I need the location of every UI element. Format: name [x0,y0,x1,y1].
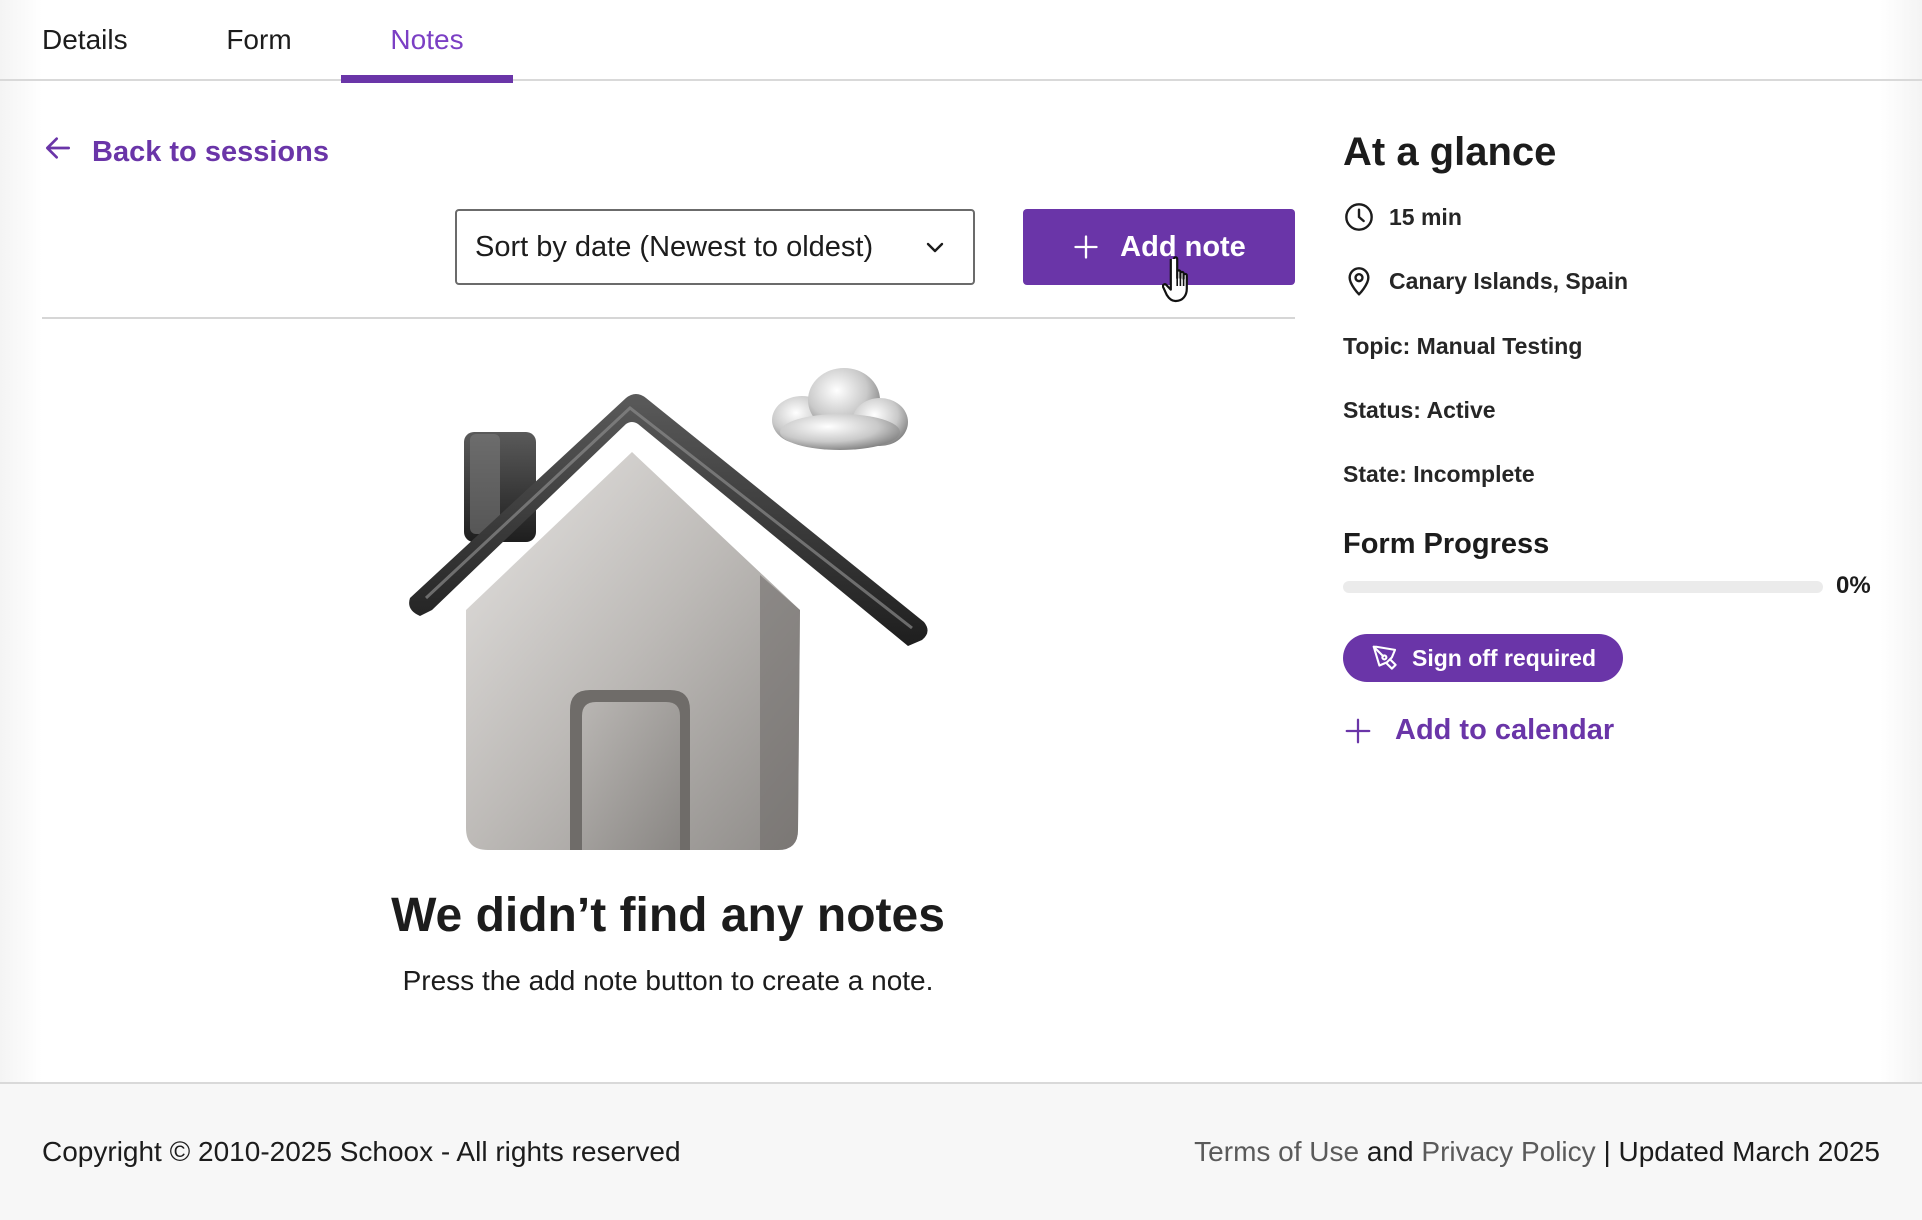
back-to-sessions-link[interactable]: Back to sessions [42,132,329,172]
copyright-text: Copyright © 2010-2025 Schoox - All right… [42,1136,681,1167]
chevron-down-icon [926,242,944,253]
plus-icon [1074,235,1098,259]
tab-notes[interactable]: Notes [341,0,513,83]
sign-off-label: Sign off required [1412,644,1596,671]
terms-of-use-link[interactable]: Terms of Use [1194,1136,1359,1167]
add-note-button[interactable]: Add note [1023,209,1295,285]
tab-bar: Details Form Notes [0,0,1922,83]
duration-row: 15 min [1343,201,1462,233]
empty-state-subtitle: Press the add note button to create a no… [402,965,934,996]
footer: Copyright © 2010-2025 Schoox - All right… [0,1082,1922,1220]
back-link-label: Back to sessions [92,135,329,168]
location-text: Canary Islands, Spain [1389,267,1629,294]
pen-nib-icon [1372,645,1397,670]
sign-off-required-badge: Sign off required [1343,634,1623,682]
form-progress-percent: 0% [1836,572,1871,599]
toolbar-divider [42,317,1295,319]
arrow-left-icon [42,132,74,172]
footer-and-text: and [1366,1136,1422,1167]
add-to-calendar-link[interactable]: Add to calendar [1343,714,1614,747]
footer-updated-text: | Updated March 2025 [1603,1136,1880,1167]
form-progress-bar [1343,581,1823,593]
location-row: Canary Islands, Spain [1343,265,1628,297]
state-text: State: Incomplete [1343,461,1535,487]
at-a-glance-title: At a glance [1343,130,1557,174]
privacy-policy-link[interactable]: Privacy Policy [1421,1136,1595,1167]
tab-details[interactable]: Details [42,0,172,81]
tab-form[interactable]: Form [199,0,319,81]
sort-select[interactable]: Sort by date (Newest to oldest) [455,209,975,285]
topic-text: Topic: Manual Testing [1343,333,1583,359]
location-pin-icon [1348,267,1370,296]
form-progress-title: Form Progress [1343,528,1550,560]
status-text: Status: Active [1343,397,1496,423]
hand-pointer-cursor-icon [1162,256,1188,303]
house-with-cloud-illustration [409,368,928,850]
sort-select-value: Sort by date (Newest to oldest) [475,230,874,263]
clock-icon [1345,203,1373,231]
plus-icon [1345,718,1371,743]
footer-links: Terms of Use and Privacy Policy | Update… [1194,1136,1880,1168]
empty-state-title: We didn’t find any notes [391,889,945,942]
add-to-calendar-label: Add to calendar [1395,714,1615,746]
duration-text: 15 min [1389,203,1462,230]
